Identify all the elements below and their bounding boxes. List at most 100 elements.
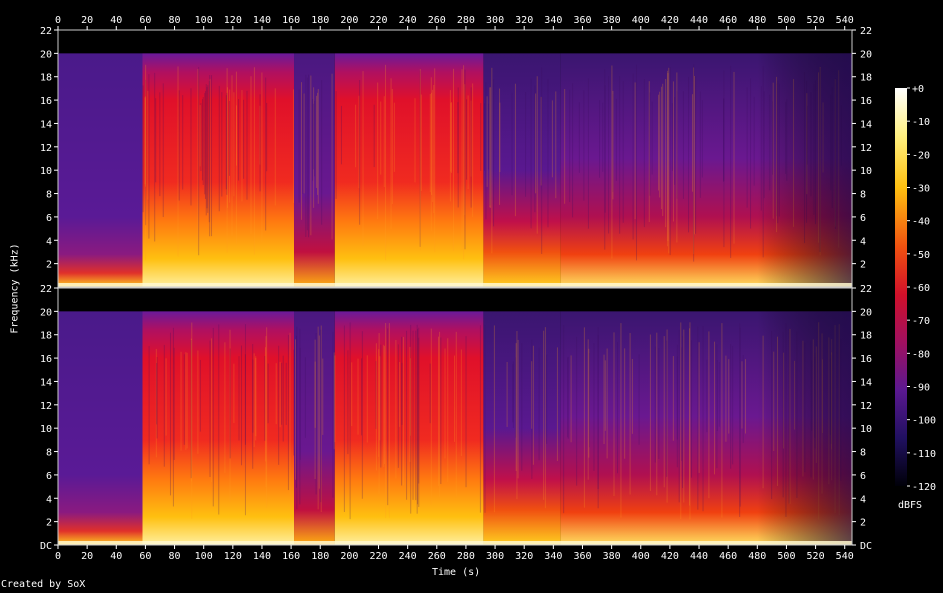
- colorbar-tick-label: -20: [912, 150, 930, 161]
- x-tick-label: 260: [428, 551, 446, 562]
- y-tick-label: 14: [40, 377, 52, 388]
- x-tick-label: 160: [282, 15, 300, 26]
- x-tick-label: 200: [340, 551, 358, 562]
- y-tick-label: 2: [860, 260, 866, 271]
- y-axis-title: Frequency (kHz): [9, 243, 21, 334]
- x-tick-label: 520: [807, 551, 825, 562]
- y-tick-label: 6: [46, 213, 52, 224]
- x-tick-label: 220: [369, 551, 387, 562]
- colorbar-unit: dBFS: [898, 500, 923, 511]
- x-tick-label: 360: [573, 551, 591, 562]
- y-tick-label: 22: [860, 26, 872, 37]
- x-tick-label: 240: [399, 551, 417, 562]
- y-tick-label: 4: [46, 236, 52, 247]
- y-tick-label: 12: [860, 143, 872, 154]
- x-tick-label: 360: [573, 15, 591, 26]
- segment-band: [58, 53, 143, 288]
- x-tick-label: 120: [224, 551, 242, 562]
- y-tick-label: DC: [860, 541, 872, 552]
- y-tick-label: 12: [860, 401, 872, 412]
- segment-band: [142, 53, 295, 288]
- x-tick-label: 260: [428, 15, 446, 26]
- colorbar-tick-label: -80: [912, 349, 930, 360]
- segment-band: [58, 311, 143, 545]
- x-tick-label: 140: [253, 551, 271, 562]
- x-tick-label: 440: [690, 551, 708, 562]
- y-tick-label: 2: [860, 518, 866, 529]
- x-tick-label: 420: [661, 551, 679, 562]
- y-tick-label: 2: [46, 260, 52, 271]
- y-tick-label: 22: [40, 26, 52, 37]
- x-tick-label: 320: [515, 551, 533, 562]
- x-tick-label: 480: [748, 15, 766, 26]
- x-tick-label: 180: [311, 551, 329, 562]
- colorbar-tick-label: -50: [912, 250, 930, 261]
- y-tick-label: 18: [860, 331, 872, 342]
- colorbar: [895, 88, 907, 486]
- channel-2-spectrogram: [57, 287, 853, 546]
- y-tick-label: 8: [46, 190, 52, 201]
- y-tick-label: 20: [40, 307, 52, 318]
- x-tick-label: 80: [169, 15, 181, 26]
- x-tick-label: 0: [55, 15, 61, 26]
- y-tick-label: 6: [860, 213, 866, 224]
- x-tick-label: 520: [807, 15, 825, 26]
- spectrogram-chart: 2 24 46 68 810 1012 1214 1416 1618 1820 2022 22DC DC…: [40, 15, 936, 562]
- y-tick-label: DC: [40, 541, 52, 552]
- x-tick-label: 380: [603, 551, 621, 562]
- x-tick-label: 500: [777, 551, 795, 562]
- y-tick-label: 4: [860, 494, 866, 505]
- channel-1-spectrogram: [57, 29, 853, 288]
- x-tick-label: 480: [748, 551, 766, 562]
- colorbar-tick-label: -40: [912, 217, 930, 228]
- x-tick-label: 440: [690, 15, 708, 26]
- x-tick-label: 340: [544, 551, 562, 562]
- x-tick-label: 460: [719, 15, 737, 26]
- y-tick-label: 18: [40, 73, 52, 84]
- x-tick-label: 20: [81, 15, 93, 26]
- colorbar-tick-label: +0: [912, 84, 924, 95]
- x-tick-label: 540: [836, 551, 854, 562]
- colorbar-tick-label: -90: [912, 383, 930, 394]
- x-tick-label: 300: [486, 15, 504, 26]
- x-tick-label: 60: [139, 15, 151, 26]
- y-tick-label: 20: [860, 49, 872, 60]
- segment-band: [142, 311, 295, 545]
- colorbar-tick-label: -100: [912, 416, 936, 427]
- y-tick-label: 12: [40, 143, 52, 154]
- colorbar-tick-label: -60: [912, 283, 930, 294]
- y-tick-label: 8: [860, 190, 866, 201]
- y-tick-label: 2: [46, 518, 52, 529]
- x-tick-label: 340: [544, 15, 562, 26]
- x-tick-label: 220: [369, 15, 387, 26]
- x-tick-label: 40: [110, 551, 122, 562]
- x-tick-label: 280: [457, 15, 475, 26]
- x-tick-label: 400: [632, 551, 650, 562]
- y-tick-label: 8: [860, 448, 866, 459]
- y-tick-label: 10: [40, 166, 52, 177]
- x-tick-label: 460: [719, 551, 737, 562]
- y-tick-label: 4: [860, 236, 866, 247]
- credit-text: Created by SoX: [1, 579, 86, 590]
- x-axis-title: Time (s): [432, 567, 481, 578]
- y-tick-label: 16: [40, 96, 52, 107]
- x-tick-label: 100: [195, 551, 213, 562]
- x-tick-label: 160: [282, 551, 300, 562]
- x-tick-label: 100: [195, 15, 213, 26]
- colorbar-tick-label: -120: [912, 482, 936, 493]
- x-tick-label: 120: [224, 15, 242, 26]
- segment-band: [483, 53, 561, 288]
- colorbar-tick-label: -10: [912, 117, 930, 128]
- y-tick-label: 22: [860, 284, 872, 295]
- y-tick-label: 16: [40, 354, 52, 365]
- x-tick-label: 300: [486, 551, 504, 562]
- y-tick-label: 18: [40, 331, 52, 342]
- x-tick-label: 320: [515, 15, 533, 26]
- y-tick-label: 14: [860, 377, 872, 388]
- y-tick-label: 16: [860, 354, 872, 365]
- y-tick-label: 8: [46, 448, 52, 459]
- y-tick-label: 14: [860, 119, 872, 130]
- colorbar-tick-label: -30: [912, 184, 930, 195]
- y-tick-label: 10: [860, 166, 872, 177]
- y-tick-label: 16: [860, 96, 872, 107]
